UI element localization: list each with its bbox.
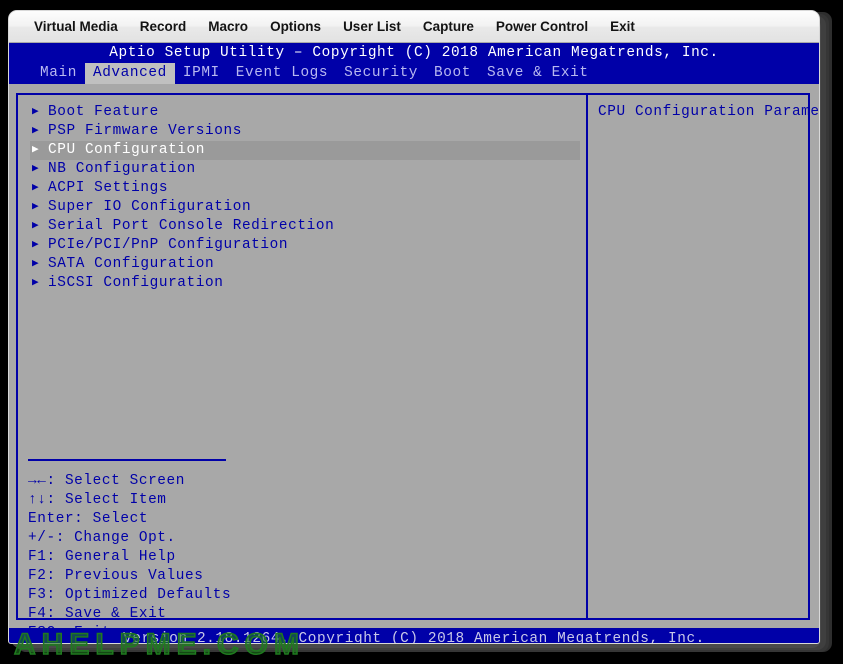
menu-entry-label: CPU Configuration [48,142,206,158]
submenu-arrow-icon: ▶ [32,163,40,175]
menu-entry-label: iSCSI Configuration [48,275,224,291]
bios-console-screen: Aptio Setup Utility – Copyright (C) 2018… [9,43,819,644]
shortcut-change-opt: +/-: Change Opt. [28,530,176,546]
menu-entry-pcie-pci-pnp-configuration[interactable]: ▶ PCIe/PCI/PnP Configuration [30,236,580,255]
menu-entry-nb-configuration[interactable]: ▶ NB Configuration [30,160,580,179]
menu-item-macro[interactable]: Macro [197,15,259,38]
shortcut-select-item: ↑↓: Select Item [28,492,167,508]
menu-item-power-control[interactable]: Power Control [485,15,599,38]
help-divider [28,459,226,461]
help-description: CPU Configuration Parameters [598,104,819,120]
shortcut-general-help: F1: General Help [28,549,176,565]
menu-entry-iscsi-configuration[interactable]: ▶ iSCSI Configuration [30,274,580,293]
menu-entry-label: Super IO Configuration [48,199,252,215]
shortcut-select-screen: →←: Select Screen [28,473,186,489]
menu-entry-label: Serial Port Console Redirection [48,218,335,234]
submenu-arrow-icon: ▶ [32,277,40,289]
menu-entry-label: ACPI Settings [48,180,169,196]
menu-item-exit[interactable]: Exit [599,15,646,38]
menu-entry-boot-feature[interactable]: ▶ Boot Feature [30,103,580,122]
menu-entry-cpu-configuration[interactable]: ▶ CPU Configuration [30,141,580,160]
tab-ipmi[interactable]: IPMI [175,63,228,84]
submenu-arrow-icon: ▶ [32,125,40,137]
menu-entry-sata-configuration[interactable]: ▶ SATA Configuration [30,255,580,274]
tab-advanced[interactable]: Advanced [84,63,175,84]
menu-entry-label: Boot Feature [48,104,159,120]
bios-version-footer: Version 2.18.1264. Copyright (C) 2018 Am… [9,628,819,644]
menu-entry-label: PSP Firmware Versions [48,123,242,139]
tab-boot[interactable]: Boot [426,63,479,84]
submenu-arrow-icon: ▶ [32,144,40,156]
keyboard-shortcut-list: →←: Select Screen ↑↓: Select Item Enter:… [28,472,238,643]
tab-save-and-exit[interactable]: Save & Exit [479,63,597,84]
shortcut-enter-select: Enter: Select [28,511,149,527]
menu-item-capture[interactable]: Capture [412,15,485,38]
submenu-arrow-icon: ▶ [32,182,40,194]
tab-event-logs[interactable]: Event Logs [228,63,336,84]
submenu-arrow-icon: ▶ [32,220,40,232]
menu-item-record[interactable]: Record [129,15,198,38]
shortcut-previous-values: F2: Previous Values [28,568,204,584]
menu-entry-label: SATA Configuration [48,256,215,272]
menu-item-options[interactable]: Options [259,15,332,38]
submenu-arrow-icon: ▶ [32,239,40,251]
shortcut-optimized-defaults: F3: Optimized Defaults [28,587,232,603]
menu-item-virtual-media[interactable]: Virtual Media [23,15,129,38]
kvm-console-window: Virtual Media Record Macro Options User … [0,0,843,664]
application-menu-bar: Virtual Media Record Macro Options User … [9,11,819,43]
window-frame: Virtual Media Record Macro Options User … [8,10,820,644]
bios-version-text: Version 2.18.1264. Copyright (C) 2018 Am… [123,631,705,644]
menu-entry-label: PCIe/PCI/PnP Configuration [48,237,289,253]
tab-main[interactable]: Main [32,63,85,84]
bios-title-bar: Aptio Setup Utility – Copyright (C) 2018… [9,43,819,63]
bios-help-pane: CPU Configuration Parameters [588,95,819,618]
menu-entry-serial-port-console-redirection[interactable]: ▶ Serial Port Console Redirection [30,217,580,236]
tab-security[interactable]: Security [336,63,426,84]
menu-entry-super-io-configuration[interactable]: ▶ Super IO Configuration [30,198,580,217]
menu-entry-psp-firmware-versions[interactable]: ▶ PSP Firmware Versions [30,122,580,141]
submenu-arrow-icon: ▶ [32,258,40,270]
bios-tab-bar: Main Advanced IPMI Event Logs Security B… [9,63,819,84]
menu-item-user-list[interactable]: User List [332,15,412,38]
shortcut-save-and-exit: F4: Save & Exit [28,606,167,622]
bios-title: Aptio Setup Utility – Copyright (C) 2018… [109,45,719,61]
submenu-arrow-icon: ▶ [32,106,40,118]
submenu-arrow-icon: ▶ [32,201,40,213]
menu-entry-label: NB Configuration [48,161,196,177]
menu-entry-acpi-settings[interactable]: ▶ ACPI Settings [30,179,580,198]
bios-main-panel: ▶ Boot Feature ▶ PSP Firmware Versions ▶… [16,93,819,641]
